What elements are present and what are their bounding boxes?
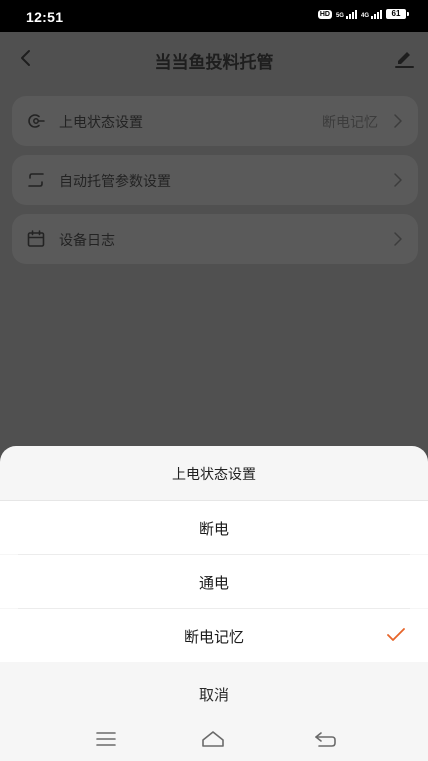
signal-4g-icon: 4G [361,9,382,19]
power-on-state-sheet: 上电状态设置 断电 通电 断电记忆 取消 [0,446,428,761]
home-icon[interactable] [200,728,226,750]
settings-item-label: 上电状态设置 [59,115,143,131]
option-label: 断电 [198,520,229,538]
system-nav-bar [0,718,428,761]
status-bar: 12:51 HD 5G 4G 61 [0,0,428,32]
pen-icon[interactable] [392,46,416,70]
app-header: 当当鱼投料托管 [0,32,428,88]
hd-badge: HD [317,9,332,19]
settings-item-device-log[interactable]: 设备日志 [12,214,418,264]
cancel-label: 取消 [198,686,229,704]
settings-item-value: 断电记忆 [322,115,378,131]
cancel-button[interactable]: 取消 [0,668,428,718]
signal-5g-icon: 5G [336,9,357,19]
status-icons: HD 5G 4G 61 [317,9,409,19]
settings-item-label: 自动托管参数设置 [59,174,171,190]
settings-item-auto-hosting-params[interactable]: 自动托管参数设置 [12,155,418,205]
option-label: 断电记忆 [183,628,244,646]
option-power-off-memory[interactable]: 断电记忆 [0,609,428,662]
status-time: 12:51 [26,9,64,25]
option-power-off[interactable]: 断电 [0,501,428,554]
back-icon[interactable] [313,728,339,750]
check-icon [387,628,405,641]
option-power-on[interactable]: 通电 [0,555,428,608]
settings-item-power-on-state[interactable]: 上电状态设置 断电记忆 [12,96,418,146]
chevron-right-icon [394,173,402,187]
chevron-right-icon [394,232,402,246]
settings-item-label: 设备日志 [59,233,115,249]
menu-icon[interactable] [93,728,119,750]
cycle-icon [28,173,44,187]
sheet-title: 上电状态设置 [172,467,256,483]
option-label: 通电 [198,574,229,592]
battery-icon: 61 [386,9,409,19]
calendar-icon [27,230,45,247]
page-title: 当当鱼投料托管 [154,53,274,73]
chevron-right-icon [394,114,402,128]
power-plug-icon [28,114,45,128]
